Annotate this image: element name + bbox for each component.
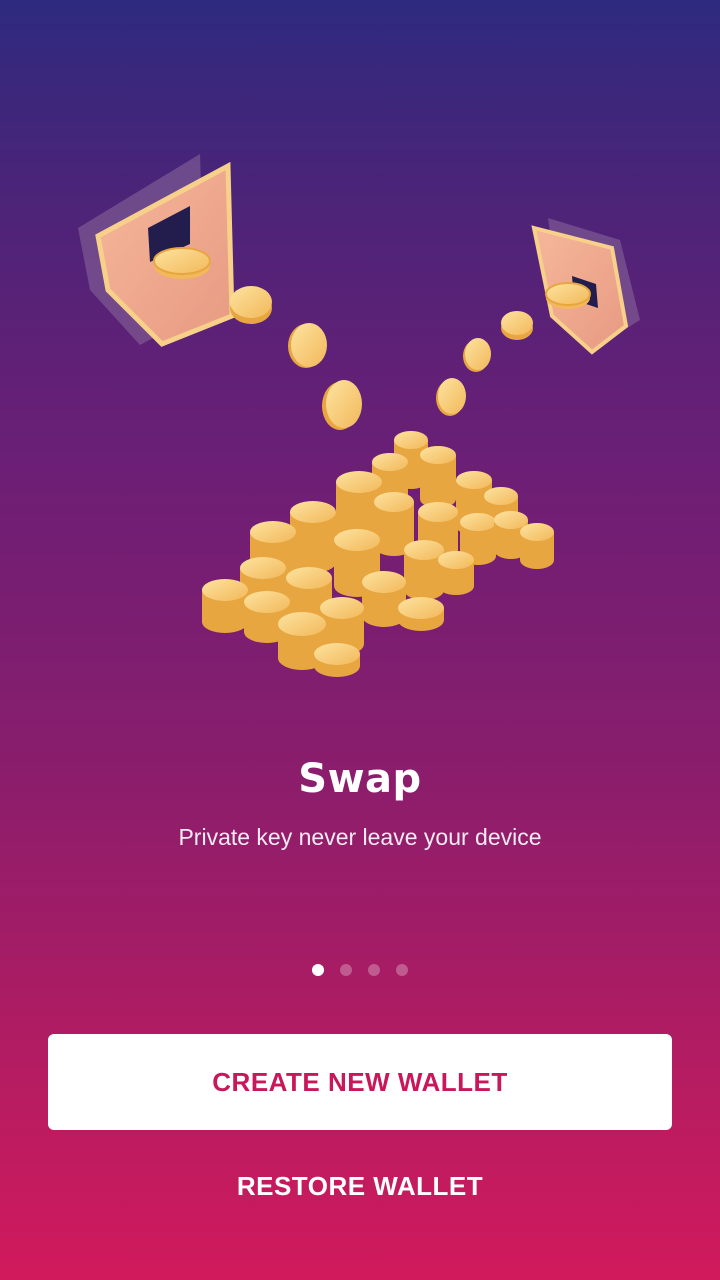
flying-coins-right — [436, 311, 533, 416]
slide-subtitle: Private key never leave your device — [178, 824, 542, 850]
restore-wallet-label: RESTORE WALLET — [236, 1170, 484, 1201]
shields-and-coins-illustration — [0, 140, 720, 700]
page-dot-4[interactable] — [396, 964, 408, 976]
flying-coins-left — [230, 286, 362, 430]
page-dot-2[interactable] — [340, 964, 352, 976]
left-shield-icon — [78, 154, 235, 347]
page-dot-3[interactable] — [368, 964, 380, 976]
restore-wallet-button[interactable]: RESTORE WALLET — [48, 1150, 672, 1222]
create-new-wallet-button[interactable]: CREATE NEW WALLET — [48, 1034, 672, 1130]
page-indicator — [0, 964, 720, 980]
page-dot-1[interactable] — [312, 964, 324, 976]
create-new-wallet-label: CREATE NEW WALLET — [212, 1066, 508, 1097]
slide-title: Swap — [298, 756, 422, 802]
right-shield-icon — [531, 218, 640, 355]
coin-piles — [202, 431, 554, 677]
